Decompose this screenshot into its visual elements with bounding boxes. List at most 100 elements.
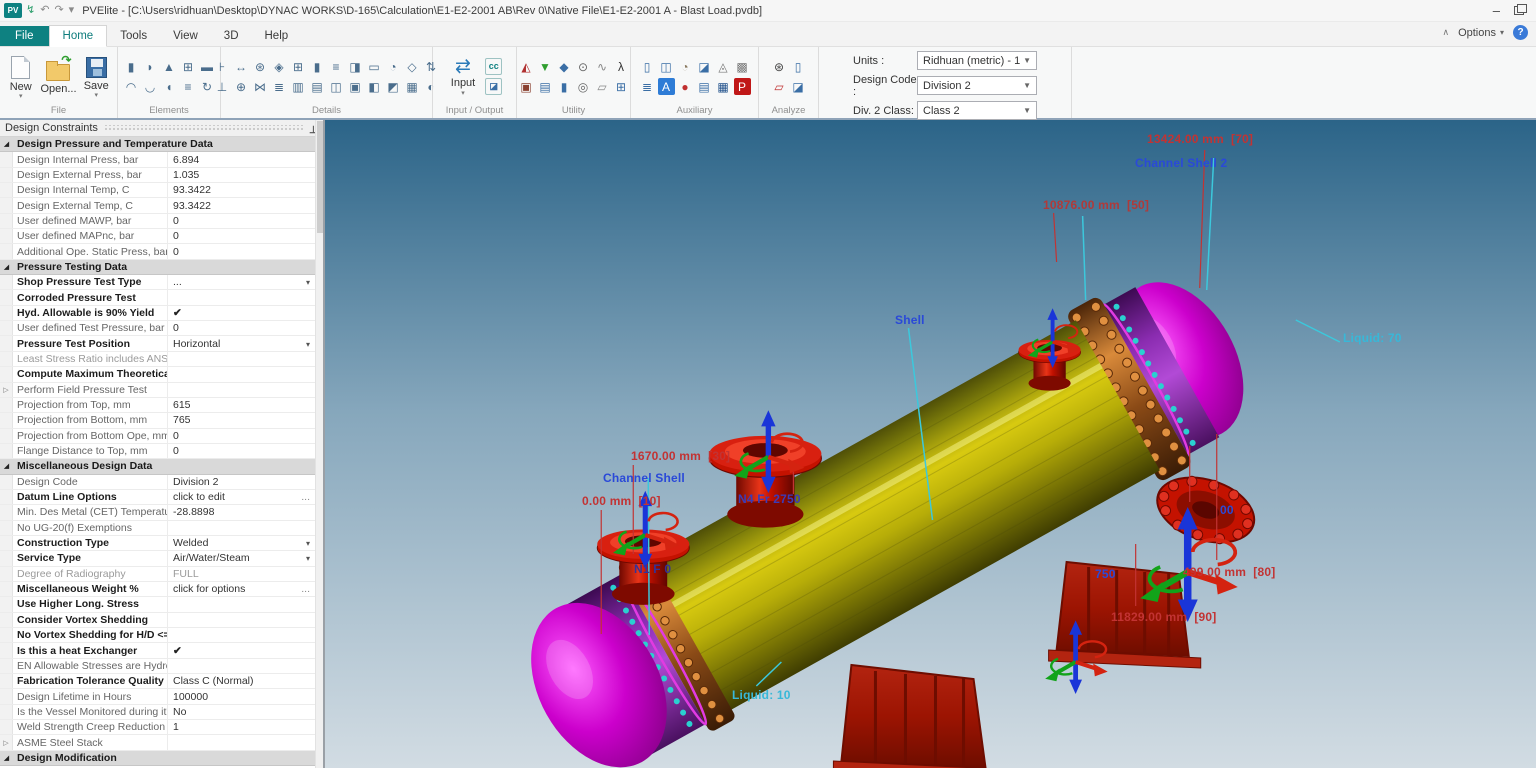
row-value[interactable]: ... (168, 276, 315, 288)
analyze-tool-icon[interactable]: ◪ (790, 78, 807, 95)
grid-row[interactable]: Pressure Test Position Horizontal (0, 336, 315, 351)
panel-scrollbar[interactable] (315, 120, 323, 768)
detail-tool-icon[interactable]: ▮ (309, 58, 326, 75)
grid-row[interactable]: User defined Test Pressure, bar 0 (0, 321, 315, 336)
element-tool-icon[interactable]: ◠ (123, 78, 140, 95)
grid-row[interactable]: Design Modification (0, 751, 315, 766)
detail-tool-icon[interactable]: ⊞ (290, 58, 307, 75)
detail-tool-icon[interactable]: ◧ (366, 78, 383, 95)
detail-tool-icon[interactable]: ⋈ (252, 78, 269, 95)
grid-row[interactable]: Design Internal Press, bar 6.894 (0, 152, 315, 167)
detail-tool-icon[interactable]: ◩ (385, 78, 402, 95)
detail-tool-icon[interactable]: ⊥ (214, 78, 231, 95)
help-icon[interactable]: ? (1513, 25, 1528, 40)
row-value[interactable]: 615 (168, 399, 315, 411)
detail-tool-icon[interactable]: ◔ (385, 58, 402, 75)
detail-tool-icon[interactable]: ⊦ (214, 58, 231, 75)
detail-tool-icon[interactable]: ⊕ (233, 78, 250, 95)
element-tool-icon[interactable]: ◗ (142, 58, 159, 75)
quick-access-icon[interactable]: ↶ (40, 5, 49, 16)
row-value[interactable]: Horizontal (168, 338, 315, 350)
options-button[interactable]: Options (1458, 27, 1496, 39)
auxiliary-tool-icon[interactable]: ◬ (715, 58, 732, 75)
element-tool-icon[interactable]: ▲ (161, 58, 178, 75)
grid-row[interactable]: Consider Vortex Shedding (0, 613, 315, 628)
row-value[interactable]: ✔ (168, 645, 315, 657)
utility-tool-icon[interactable]: ◭ (518, 58, 535, 75)
row-value[interactable]: No (168, 706, 315, 718)
auxiliary-tool-icon[interactable]: ◫ (658, 58, 675, 75)
grid-row[interactable]: Min. Des Metal (CET) Temperature -28.889… (0, 505, 315, 520)
utility-tool-icon[interactable]: ⊙ (575, 58, 592, 75)
detail-tool-icon[interactable]: ◈ (271, 58, 288, 75)
auxiliary-tool-icon[interactable]: ◪ (696, 58, 713, 75)
app-logo-icon[interactable]: PV (4, 3, 22, 18)
auxiliary-tool-icon[interactable]: ▦ (715, 78, 732, 95)
utility-tool-icon[interactable]: λ (613, 58, 630, 75)
utility-tool-icon[interactable]: ◎ (575, 78, 592, 95)
units-dropdown[interactable]: Class 2 ▼ (917, 101, 1037, 120)
row-value[interactable]: 0 (168, 246, 315, 258)
grid-row[interactable]: Projection from Bottom, mm 765 (0, 413, 315, 428)
grid-row[interactable]: Shop Pressure Test Type ... (0, 275, 315, 290)
grid-row[interactable]: Corroded Pressure Test (0, 290, 315, 305)
panel-drag-texture[interactable] (104, 125, 303, 132)
element-tool-icon[interactable]: ≡ (180, 78, 197, 95)
io-tool-icon[interactable]: cc (485, 58, 502, 75)
grid-row[interactable]: User defined MAPnc, bar 0 (0, 229, 315, 244)
detail-tool-icon[interactable]: ▤ (309, 78, 326, 95)
detail-tool-icon[interactable]: ▭ (366, 58, 383, 75)
auxiliary-tool-icon[interactable]: ◔ (677, 58, 694, 75)
grid-row[interactable]: Flange Distance to Top, mm 0 (0, 444, 315, 459)
new-button[interactable]: New ▾ (5, 56, 36, 98)
row-value[interactable]: ✔ (168, 307, 315, 319)
3d-viewport-canvas[interactable] (325, 120, 1536, 768)
utility-tool-icon[interactable]: ⊞ (613, 78, 630, 95)
grid-row[interactable]: Design Internal Temp, C 93.3422 (0, 183, 315, 198)
row-value[interactable]: FULL (168, 568, 315, 580)
row-value[interactable]: Division 2 (168, 476, 315, 488)
row-value[interactable]: Air/Water/Steam (168, 552, 315, 564)
row-value[interactable]: 0 (168, 430, 315, 442)
auxiliary-tool-icon[interactable]: ● (677, 78, 694, 95)
analyze-tool-icon[interactable]: ▯ (790, 58, 807, 75)
row-value[interactable]: 0 (168, 322, 315, 334)
minimize-button[interactable]: – (1493, 3, 1500, 18)
element-tool-icon[interactable]: ⊞ (180, 58, 197, 75)
grid-row[interactable]: Weld Strength Creep Reduction Fa 1 (0, 720, 315, 735)
tab-file[interactable]: File (0, 26, 49, 46)
row-value[interactable]: 765 (168, 414, 315, 426)
grid-row[interactable]: Projection from Bottom Ope, mm 0 (0, 429, 315, 444)
utility-tool-icon[interactable]: ▤ (537, 78, 554, 95)
3d-viewport[interactable]: 13424.00 mm [70] Channel Shell 2 10876.0… (325, 120, 1536, 768)
grid-row[interactable]: Design Code Division 2 (0, 475, 315, 490)
detail-tool-icon[interactable]: ◇ (404, 58, 421, 75)
row-value[interactable]: 93.3422 (168, 200, 315, 212)
detail-tool-icon[interactable]: ◨ (347, 58, 364, 75)
utility-tool-icon[interactable]: ▣ (518, 78, 535, 95)
row-value[interactable]: -28.8898 (168, 506, 315, 518)
row-value[interactable]: click for options (168, 583, 315, 595)
detail-tool-icon[interactable]: ▥ (290, 78, 307, 95)
grid-row[interactable]: Projection from Top, mm 615 (0, 398, 315, 413)
detail-tool-icon[interactable]: ≡ (328, 58, 345, 75)
tab-home[interactable]: Home (49, 25, 108, 47)
element-tool-icon[interactable]: ◡ (142, 78, 159, 95)
element-tool-icon[interactable]: ◖ (161, 78, 178, 95)
grid-row[interactable]: Design External Temp, C 93.3422 (0, 198, 315, 213)
auxiliary-tool-icon[interactable]: ▯ (639, 58, 656, 75)
row-value[interactable]: 100000 (168, 691, 315, 703)
collapse-ribbon-icon[interactable]: ∧ (1442, 27, 1449, 38)
row-value[interactable]: 1 (168, 721, 315, 733)
auxiliary-tool-icon[interactable]: ≣ (639, 78, 656, 95)
input-button[interactable]: ⇄ Input ▾ (447, 57, 479, 97)
grid-row[interactable]: Additional Ope. Static Press, bar 0 (0, 244, 315, 259)
grid-row[interactable]: No Vortex Shedding for H/D <= 15 (0, 628, 315, 643)
utility-tool-icon[interactable]: ∿ (594, 58, 611, 75)
grid-row[interactable]: Design External Press, bar 1.035 (0, 168, 315, 183)
grid-row[interactable]: EN Allowable Stresses are Hydrote (0, 659, 315, 674)
grid-row[interactable]: Design Lifetime in Hours 100000 (0, 689, 315, 704)
grid-row[interactable]: Compute Maximum Theoretical T (0, 367, 315, 382)
row-value[interactable]: 1.035 (168, 169, 315, 181)
quick-access-icon[interactable]: ↷ (54, 5, 63, 16)
